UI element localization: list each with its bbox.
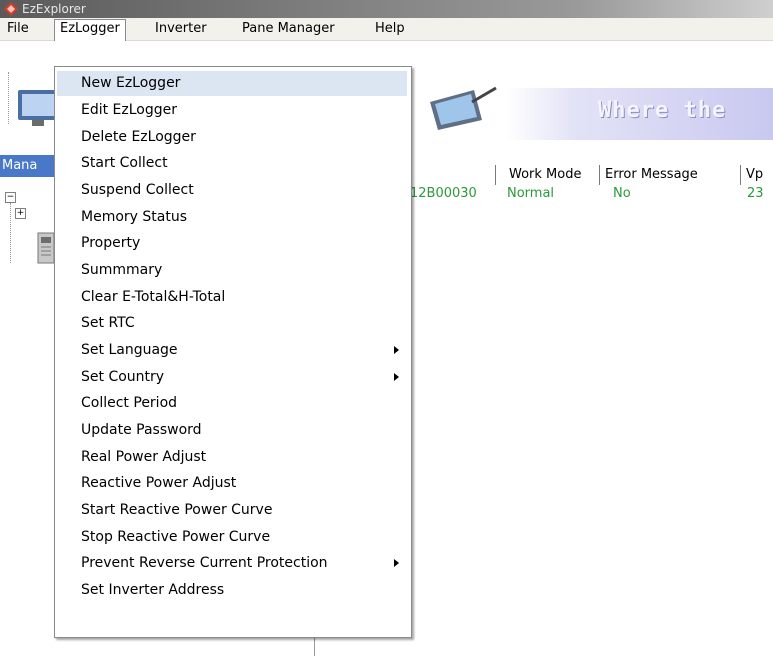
menu-file[interactable]: File [2, 20, 34, 38]
menu-help[interactable]: Help [370, 20, 410, 38]
cell-vp[interactable]: 23 [747, 185, 764, 203]
column-separator[interactable] [599, 165, 600, 185]
menu-pane-manager[interactable]: Pane Manager [237, 20, 340, 38]
menu-bar: File EzLogger Inverter Pane Manager Help [0, 18, 773, 41]
menu-item-label: Summmary [81, 262, 163, 278]
menu-item-edit-ezlogger[interactable]: Edit EzLogger [57, 98, 407, 123]
column-header-error-message[interactable]: Error Message [605, 165, 698, 185]
menu-item-label: Collect Period [81, 395, 178, 411]
menu-item-label: Property [81, 235, 141, 251]
app-logo-icon [4, 2, 18, 16]
menu-item-label: Real Power Adjust [81, 449, 207, 465]
menu-item-clear-totals[interactable]: Clear E-Total&H-Total [57, 285, 407, 310]
menu-item-memory-status[interactable]: Memory Status [57, 205, 407, 230]
menu-item-set-language[interactable]: Set Language [57, 338, 407, 363]
menu-item-set-inverter-address[interactable]: Set Inverter Address [57, 578, 407, 603]
menu-item-label: Start Collect [81, 155, 168, 171]
cell-work-mode[interactable]: Normal [507, 185, 554, 203]
cell-error-message[interactable]: No [613, 185, 631, 203]
menu-ezlogger[interactable]: EzLogger [54, 19, 126, 41]
menu-item-label: Stop Reactive Power Curve [81, 529, 271, 545]
column-header-vp[interactable]: Vp [746, 165, 763, 185]
tree-expand-icon[interactable]: + [15, 208, 26, 219]
menu-item-label: Reactive Power Adjust [81, 475, 237, 491]
submenu-arrow-icon [394, 346, 399, 354]
menu-item-label: New EzLogger [81, 75, 181, 91]
banner-text: Where the [598, 98, 727, 123]
menu-item-label: Update Password [81, 422, 202, 438]
menu-item-label: Clear E-Total&H-Total [81, 289, 226, 305]
menu-item-summary[interactable]: Summmary [57, 258, 407, 283]
menu-item-label: Memory Status [81, 209, 187, 225]
tree-collapse-icon[interactable]: − [5, 192, 16, 203]
menu-item-update-password[interactable]: Update Password [57, 418, 407, 443]
ezlogger-dropdown-menu: New EzLogger Edit EzLogger Delete EzLogg… [54, 66, 412, 638]
menu-item-suspend-collect[interactable]: Suspend Collect [57, 178, 407, 203]
menu-item-start-reactive-power-curve[interactable]: Start Reactive Power Curve [57, 498, 407, 523]
menu-item-label: Prevent Reverse Current Protection [81, 555, 328, 571]
menu-item-start-collect[interactable]: Start Collect [57, 151, 407, 176]
menu-item-reactive-power-adjust[interactable]: Reactive Power Adjust [57, 471, 407, 496]
menu-item-label: Start Reactive Power Curve [81, 502, 273, 518]
menu-item-label: Set Language [81, 342, 178, 358]
menu-item-real-power-adjust[interactable]: Real Power Adjust [57, 445, 407, 470]
menu-item-delete-ezlogger[interactable]: Delete EzLogger [57, 125, 407, 150]
toolbar-grip[interactable] [8, 72, 12, 124]
monitor-pen-icon[interactable] [412, 82, 498, 132]
menu-item-label: Set Country [81, 369, 165, 385]
submenu-arrow-icon [394, 559, 399, 567]
menu-item-property[interactable]: Property [57, 231, 407, 256]
menu-item-stop-reactive-power-curve[interactable]: Stop Reactive Power Curve [57, 525, 407, 550]
menu-item-label: Delete EzLogger [81, 129, 196, 145]
menu-inverter[interactable]: Inverter [150, 20, 212, 38]
menu-item-label: Set Inverter Address [81, 582, 225, 598]
menu-item-new-ezlogger[interactable]: New EzLogger [57, 71, 407, 96]
menu-item-label: Edit EzLogger [81, 102, 178, 118]
submenu-arrow-icon [394, 373, 399, 381]
window-title: EzExplorer [22, 2, 86, 16]
menu-item-set-country[interactable]: Set Country [57, 365, 407, 390]
menu-item-prevent-reverse-current[interactable]: Prevent Reverse Current Protection [57, 551, 407, 576]
column-separator[interactable] [495, 165, 496, 185]
tree-line [10, 203, 11, 263]
title-bar: EzExplorer [0, 0, 773, 18]
menu-item-collect-period[interactable]: Collect Period [57, 391, 407, 416]
column-header-work-mode[interactable]: Work Mode [509, 165, 581, 185]
menu-item-label: Set RTC [81, 315, 135, 331]
column-separator[interactable] [740, 165, 741, 185]
menu-item-label: Suspend Collect [81, 182, 194, 198]
menu-item-set-rtc[interactable]: Set RTC [57, 311, 407, 336]
banner: Where the [506, 88, 773, 140]
cell-serial[interactable]: 12B00030 [410, 185, 477, 203]
